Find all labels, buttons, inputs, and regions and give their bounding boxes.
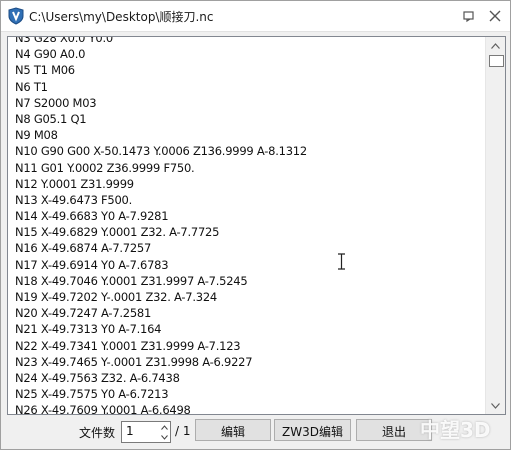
code-line: N25 X-49.7575 Y0 A-6.7213 — [15, 387, 169, 402]
code-line: N16 X-49.6874 A-7.7257 — [15, 241, 152, 256]
scroll-thumb[interactable] — [489, 55, 504, 67]
nc-code-editor[interactable]: N3 G28 X0.0 Y0.0 N4 G90 A0.0 N5 T1 M06 N6 T… — [7, 36, 506, 415]
code-line: N3 G28 X0.0 Y0.0 — [15, 37, 113, 45]
code-line: N19 X-49.7202 Y-.0001 Z32. A-7.324 — [15, 290, 217, 304]
code-line: N10 G90 G00 X-50.1473 Y.0006 Z136.9999 A… — [15, 144, 307, 159]
app-icon — [8, 7, 24, 25]
code-line: N20 X-49.7247 A-7.2581 — [15, 306, 152, 321]
chevron-down-icon — [160, 434, 168, 440]
code-line: N24 X-49.7563 Z32. A-6.7438 — [15, 370, 180, 385]
text-cursor-icon — [338, 253, 345, 270]
scroll-down-button[interactable] — [486, 397, 505, 414]
code-line: N26 X-49.7609 Y.0001 A-6.6498 — [15, 403, 191, 414]
code-text-area[interactable]: N3 G28 X0.0 Y0.0 N4 G90 A0.0 N5 T1 M06 N6 T… — [8, 37, 483, 414]
chevron-down-icon — [491, 402, 500, 409]
file-index-spinner[interactable]: 1 — [121, 421, 171, 443]
code-line: N5 T1 M06 — [15, 63, 75, 78]
close-icon[interactable] — [487, 9, 503, 23]
window-title: C:\Users\my\Desktop\顺接刀.nc — [29, 10, 214, 24]
code-line: N22 X-49.7341 Y.0001 Z31.9999 A-7.123 — [15, 338, 241, 353]
file-index-value[interactable]: 1 — [126, 424, 134, 438]
code-line: N11 G01 Y.0002 Z36.9999 F750. — [15, 160, 195, 175]
code-line: N23 X-49.7465 Y-.0001 Z31.9998 A-6.9227 — [15, 354, 253, 369]
file-total-label: / 1 — [175, 424, 191, 438]
title-bar[interactable]: C:\Users\my\Desktop\顺接刀.nc — [1, 1, 510, 32]
code-line: N17 X-49.6914 Y0 A-7.6783 — [15, 257, 169, 272]
nc-viewer-window: C:\Users\my\Desktop\顺接刀.nc N3 G28 X0.0 Y… — [0, 0, 511, 450]
code-line: N15 X-49.6829 Y.0001 Z32. A-7.7725 — [15, 225, 220, 240]
code-line: N21 X-49.7313 Y0 A-7.164 — [15, 322, 162, 337]
file-count-label: 文件数 — [79, 426, 116, 440]
code-line: N9 M08 — [15, 128, 58, 143]
zw3d-edit-button[interactable]: ZW3D编辑 — [274, 419, 351, 441]
spinner-up-button[interactable] — [158, 422, 170, 432]
code-line: N7 S2000 M03 — [15, 95, 97, 110]
code-line: N18 X-49.7046 Y.0001 Z31.9997 A-7.5245 — [15, 273, 248, 288]
restore-icon[interactable] — [461, 9, 477, 23]
code-line: N4 G90 A0.0 — [15, 47, 86, 62]
scroll-up-button[interactable] — [486, 37, 505, 54]
code-line: N14 X-49.6683 Y0 A-7.9281 — [15, 209, 169, 224]
chevron-up-icon — [491, 42, 500, 49]
zw3d-watermark-logo: 中望3D — [420, 418, 491, 442]
vertical-scrollbar[interactable] — [485, 37, 505, 414]
code-line: N13 X-49.6473 F500. — [15, 192, 133, 207]
code-line: N6 T1 — [15, 79, 48, 94]
spinner-down-button[interactable] — [158, 432, 170, 442]
code-lines: N3 G28 X0.0 Y0.0 N4 G90 A0.0 N5 T1 M06 N6 T… — [15, 37, 307, 414]
edit-button[interactable]: 编辑 — [195, 419, 271, 441]
code-line: N12 Y.0001 Z31.9999 — [15, 176, 134, 191]
chevron-up-icon — [160, 424, 168, 430]
code-line: N8 G05.1 Q1 — [15, 111, 87, 126]
